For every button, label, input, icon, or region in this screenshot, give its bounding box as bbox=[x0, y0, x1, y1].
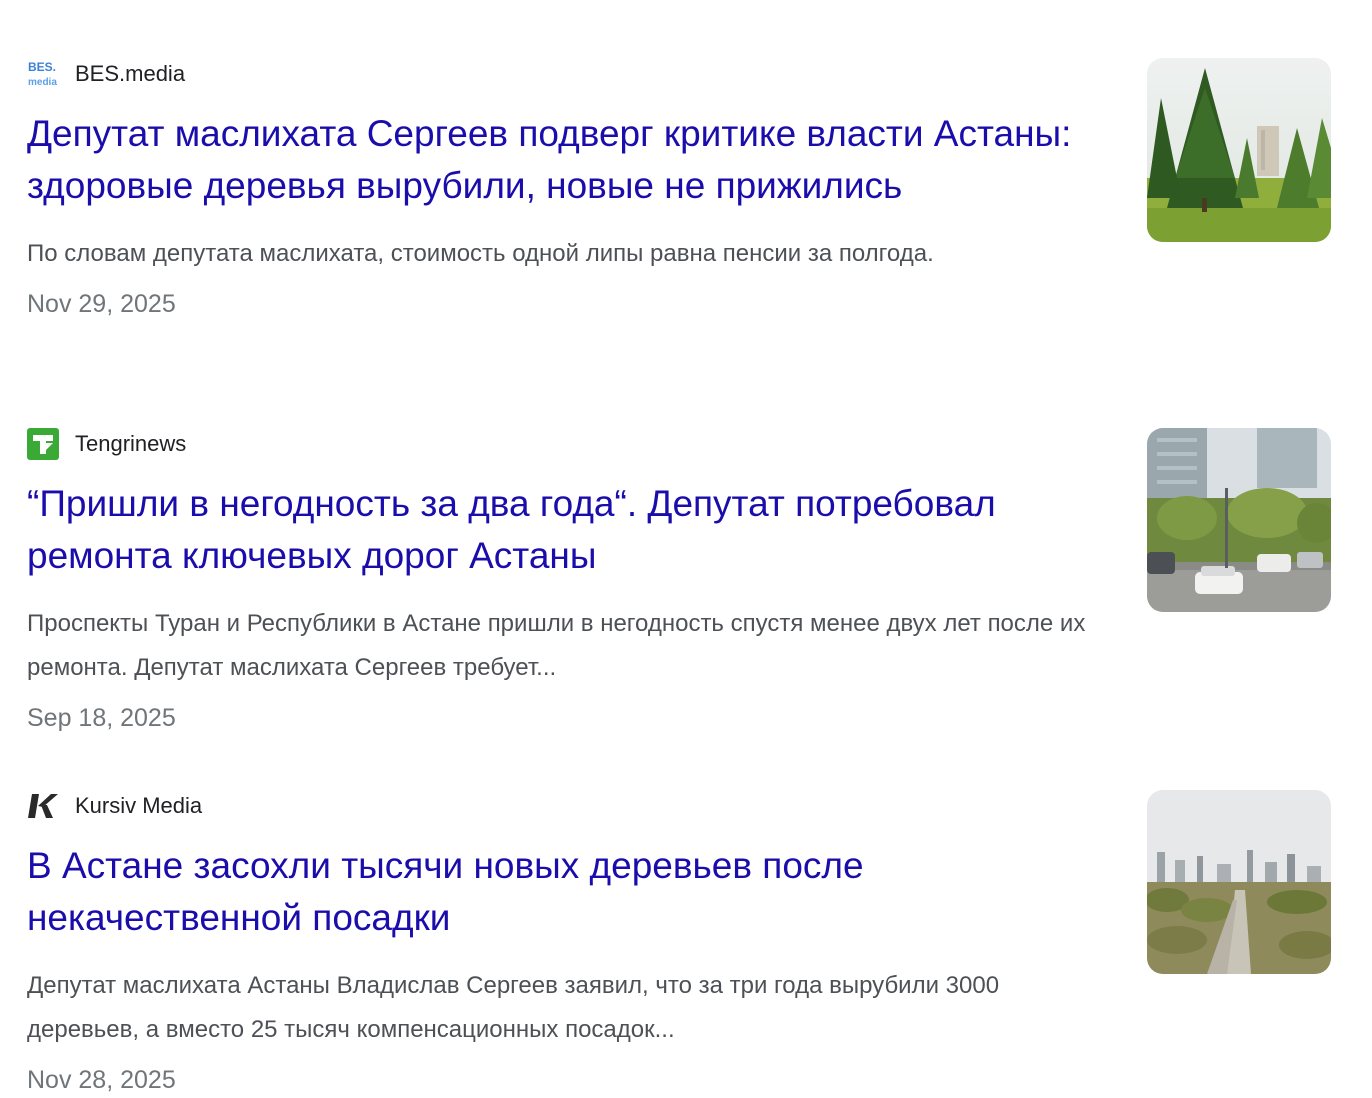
news-article: BES. media BES.media Депутат маслихата С… bbox=[27, 58, 1331, 322]
trees-park-thumbnail[interactable] bbox=[1147, 58, 1331, 242]
svg-text:BES.: BES. bbox=[28, 60, 56, 74]
source-name: BES.media bbox=[75, 61, 186, 86]
article-snippet: Проспекты Туран и Республики в Астане пр… bbox=[27, 610, 1086, 681]
article-headline-link[interactable]: В Астане засохли тысячи новых деревьев п… bbox=[27, 840, 1112, 944]
bes-media-logo-icon: BES. media bbox=[27, 58, 59, 90]
city-road-cars-thumbnail[interactable] bbox=[1147, 428, 1331, 612]
svg-text:media: media bbox=[28, 77, 57, 88]
source-name: Kursiv Media bbox=[75, 793, 203, 818]
city-park-skyline-thumbnail[interactable] bbox=[1147, 790, 1331, 974]
article-headline-link[interactable]: “Пришли в негодность за два года“. Депут… bbox=[27, 478, 1112, 582]
news-source[interactable]: Tengrinews bbox=[27, 428, 1331, 460]
article-date: Sep 18, 2025 bbox=[27, 704, 176, 732]
article-date: Nov 28, 2025 bbox=[27, 1066, 176, 1094]
news-article: Tengrinews “Пришли в негодность за два г… bbox=[27, 428, 1331, 736]
article-snippet: Депутат маслихата Астаны Владислав Серге… bbox=[27, 972, 1000, 1043]
news-source[interactable]: BES. media BES.media bbox=[27, 58, 1331, 90]
news-article: Kursiv Media В Астане засохли тысячи нов… bbox=[27, 790, 1331, 1098]
tengrinews-logo-icon bbox=[27, 428, 59, 460]
news-source[interactable]: Kursiv Media bbox=[27, 790, 1331, 822]
article-date: Nov 29, 2025 bbox=[27, 290, 176, 318]
article-snippet: По словам депутата маслихата, стоимость … bbox=[27, 240, 934, 267]
source-name: Tengrinews bbox=[75, 431, 187, 456]
kursiv-logo-icon bbox=[27, 790, 59, 822]
article-headline-link[interactable]: Депутат маслихата Сергеев подверг критик… bbox=[27, 108, 1112, 212]
